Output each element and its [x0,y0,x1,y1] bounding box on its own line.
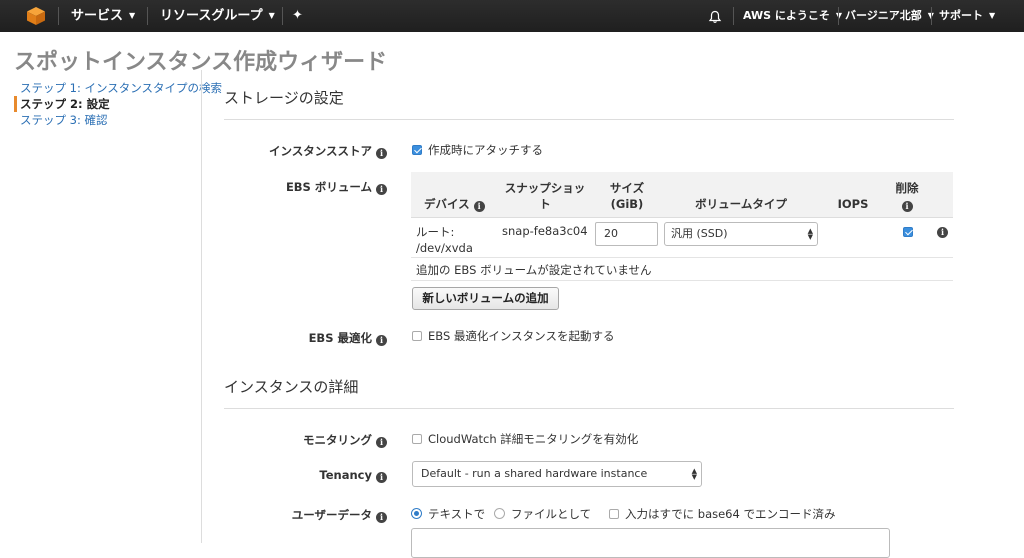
section-divider [224,408,954,409]
step-1-link[interactable]: ステップ 1: インスタンスタイプの検索 [14,80,222,96]
ebs-volume-label: EBS ボリューム i [286,179,387,195]
info-icon[interactable]: i [376,472,387,483]
nav-divider [282,7,283,25]
monitoring-checkbox-label: CloudWatch 詳細モニタリングを有効化 [428,432,639,446]
welcome-label: AWS にようこそ [743,9,830,22]
chevron-down-icon: ▼ [129,11,136,20]
root-device: ルート:/dev/xvda [416,225,473,255]
resource-groups-menu[interactable]: リソースグループ ▼ [160,0,275,32]
header-volume-type: ボリュームタイプ [695,197,787,211]
support-menu[interactable]: サポート ▼ [939,0,995,32]
add-volume-button[interactable]: 新しいボリュームの追加 [412,287,559,310]
base64-checkbox[interactable] [609,509,619,519]
tenancy-select[interactable]: Default - run a shared hardware instance… [412,461,702,487]
info-icon[interactable]: i [376,335,387,346]
monitoring-label: モニタリング i [303,432,387,448]
storage-section-title: ストレージの設定 [224,89,344,107]
user-data-label-text: ユーザーデータ [291,508,372,522]
root-size-input[interactable]: 20 [595,222,658,246]
user-data-label: ユーザーデータ i [292,507,387,523]
instance-details-section-title: インスタンスの詳細 [224,378,359,396]
table-row-divider [411,257,953,258]
content-divider [201,70,202,543]
instance-store-label-text: インスタンスストア [268,144,372,158]
info-icon[interactable]: i [901,201,913,212]
ebs-volume-label-text: EBS ボリューム [285,180,372,194]
instance-store-checkbox-label: 作成時にアタッチする [428,143,543,157]
table-row-divider [411,280,953,281]
root-snapshot: snap-fe8a3c04 [502,224,588,238]
monitoring-checkbox[interactable] [412,434,422,444]
resource-groups-label: リソースグループ [160,8,263,24]
instance-store-label: インスタンスストア i [269,143,387,159]
header-snapshot: スナップショット [504,181,586,211]
base64-checkbox-label: 入力はすでに base64 でエンコード済み [625,507,836,521]
nav-divider [838,7,839,25]
info-icon[interactable]: i [937,227,948,238]
select-arrows-icon: ▲ ▼ [691,467,697,481]
pin-icon[interactable]: ✦ [292,0,303,32]
chevron-down-icon: ▼ [989,11,996,20]
no-additional-volumes-text: 追加の EBS ボリュームが設定されていません [416,263,652,277]
ebs-optimized-checkbox-label: EBS 最適化インスタンスを起動する [428,329,615,343]
aws-cube-icon[interactable] [26,6,46,26]
user-data-as-text-radio[interactable] [411,508,422,519]
info-icon[interactable]: i [473,201,485,212]
select-arrows-icon: ▲ ▼ [807,227,813,241]
header-size: サイズ (GiB) [609,181,645,211]
top-navigation-bar: サービス▼ リソースグループ▼ ✦ AWS にようこそ▼ バージニア北部▼ サポ… [0,0,1024,32]
nav-divider [733,7,734,25]
region-label: バージニア北部 [845,9,922,22]
chevron-down-icon: ▼ [268,11,275,20]
header-delete: 削除 i [890,180,924,212]
volume-type-select[interactable]: 汎用 (SSD) ▲ ▼ [664,222,818,246]
user-data-as-file-radio[interactable] [494,508,505,519]
nav-divider [147,7,148,25]
info-icon[interactable]: i [376,512,387,523]
info-icon[interactable]: i [376,184,387,195]
wizard-steps: ステップ 1: インスタンスタイプの検索 ステップ 2: 設定 ステップ 3: … [14,80,222,128]
header-delete-text: 削除 [895,181,919,195]
ebs-optimized-label: EBS 最適化 i [309,330,387,346]
monitoring-label-text: モニタリング [303,433,372,447]
user-data-textarea[interactable] [411,528,890,558]
user-data-as-file-label: ファイルとして [511,507,592,521]
services-menu[interactable]: サービス ▼ [71,0,135,32]
info-icon[interactable]: i [376,148,387,159]
bell-icon[interactable] [708,0,722,32]
step-2-current: ステップ 2: 設定 [14,96,222,112]
user-data-as-text-label: テキストで [428,507,486,521]
nav-divider [58,7,59,25]
root-delete-checkbox[interactable] [903,227,913,237]
header-device: デバイス i [424,196,485,212]
volume-type-value: 汎用 (SSD) [671,227,728,240]
tenancy-label: Tenancy i [319,468,387,483]
info-icon[interactable]: i [376,437,387,448]
tenancy-label-text: Tenancy [319,468,372,482]
tenancy-value: Default - run a shared hardware instance [421,467,648,480]
nav-divider [931,7,932,25]
support-label: サポート [939,9,983,22]
region-menu[interactable]: バージニア北部▼ [845,0,934,32]
header-iops: IOPS [837,197,869,211]
section-divider [224,119,954,120]
instance-store-checkbox[interactable] [412,145,422,155]
step-3-link[interactable]: ステップ 3: 確認 [14,112,222,128]
header-device-text: デバイス [424,197,470,211]
ebs-optimized-label-text: EBS 最適化 [308,331,372,345]
services-label: サービス [71,8,124,24]
ebs-optimized-checkbox[interactable] [412,331,422,341]
account-menu[interactable]: AWS にようこそ▼ [743,0,842,32]
